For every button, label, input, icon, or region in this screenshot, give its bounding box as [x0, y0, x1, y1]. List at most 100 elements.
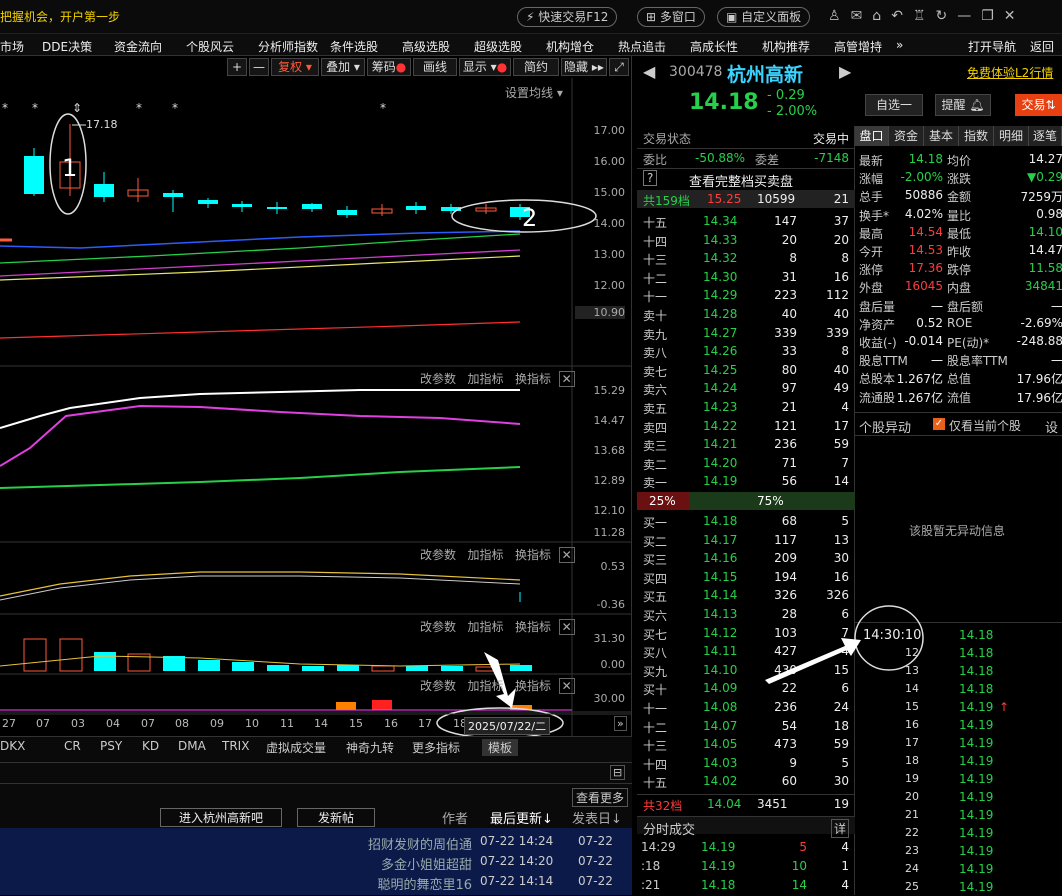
tab-cr[interactable]: CR — [64, 739, 81, 753]
tab-kd[interactable]: KD — [142, 739, 159, 753]
trade-row[interactable]: 14:29 14.19 5 4 — [637, 838, 855, 856]
only-current-label[interactable]: 仅看当前个股 — [949, 417, 1021, 434]
trade-row[interactable]: :21 14.18 14 4 — [637, 876, 855, 894]
sell-level-row[interactable]: 十二 14.30 31 16 — [637, 268, 855, 286]
tab-dma[interactable]: DMA — [178, 739, 206, 753]
trade-button[interactable]: 交易⇅ — [1015, 94, 1062, 116]
forum-row[interactable]: 多金小姐姐超甜 07-22 14:20 07-22 — [0, 854, 632, 873]
menu-item[interactable]: 高成长性 — [690, 38, 738, 55]
alert-button[interactable]: 提醒 🔔︎ — [935, 94, 991, 116]
close-icon[interactable]: ✕ — [558, 678, 575, 694]
menu-item[interactable]: 高管增持 — [834, 38, 882, 55]
quick-trade-button[interactable]: ⚡ 快速交易F12 — [517, 7, 618, 27]
last-update-column[interactable]: 最后更新↓ — [490, 808, 553, 827]
add-indicator-link[interactable]: 加指标 — [467, 620, 503, 634]
sell-level-row[interactable]: 卖三 14.21 236 59 — [637, 435, 855, 453]
switch-indicator-link[interactable]: 换指标 — [515, 679, 551, 693]
sell-level-row[interactable]: 卖二 14.20 71 7 — [637, 454, 855, 472]
add-indicator-link[interactable]: 加指标 — [467, 679, 503, 693]
multi-window-button[interactable]: ⊞ 多窗口 — [637, 7, 705, 27]
menu-item[interactable]: DDE决策 — [42, 38, 92, 55]
menu-item[interactable]: 资金流向 — [114, 38, 162, 55]
next-stock-icon[interactable]: ▶ — [839, 62, 851, 81]
restore-icon[interactable]: ❐ — [981, 8, 1004, 24]
post-date-column[interactable]: 发表日↓ — [572, 808, 622, 827]
abnormal-settings-button[interactable]: 设 — [1045, 417, 1058, 436]
kline-chart-area[interactable]: + — 复权 ▾ 叠加 ▾ 筹码● 画线 显示 ▾● 简约 隐藏 ▸▸ ⤢ 设置… — [0, 56, 632, 736]
sell-level-row[interactable]: 卖五 14.23 21 4 — [637, 398, 855, 416]
menu-item[interactable]: 分析师指数 — [258, 38, 318, 55]
buy-level-row[interactable]: 买一 14.18 68 5 — [637, 512, 855, 530]
tab-basic[interactable]: 基本 — [924, 126, 959, 146]
sell-level-row[interactable]: 卖一 14.19 56 14 — [637, 472, 855, 490]
tab-tick[interactable]: 逐笔 — [1029, 126, 1062, 146]
menu-item[interactable]: 高级选股 — [402, 38, 450, 55]
custom-panel-button[interactable]: ▣ 自定义面板 — [717, 7, 811, 27]
sell-level-row[interactable]: 卖十 14.28 40 40 — [637, 305, 855, 323]
trade-row[interactable]: :18 14.19 10 1 — [637, 857, 855, 875]
buy-level-row[interactable]: 十五 14.02 60 30 — [637, 772, 855, 790]
sell-level-row[interactable]: 卖九 14.27 339 339 — [637, 324, 855, 342]
buy-level-row[interactable]: 十四 14.03 9 5 — [637, 754, 855, 772]
menu-item[interactable]: 超级选股 — [474, 38, 522, 55]
menu-more-icon[interactable]: » — [896, 38, 903, 52]
menu-item[interactable]: 热点追击 — [618, 38, 666, 55]
tab-psy[interactable]: PSY — [100, 739, 122, 753]
new-post-button[interactable]: 发新帖 — [297, 808, 376, 827]
edit-params-link[interactable]: 改参数 — [420, 372, 456, 386]
sell-level-row[interactable]: 十四 14.33 20 20 — [637, 231, 855, 249]
sell-level-row[interactable]: 卖四 14.22 121 17 — [637, 417, 855, 435]
full-book-link[interactable]: ? 查看完整档买卖盘 — [637, 168, 855, 190]
forum-row[interactable]: 招财发财的周伯通 07-22 14:24 07-22 — [0, 834, 632, 853]
buy-level-row[interactable]: 买三 14.16 209 30 — [637, 549, 855, 567]
menu-item-nav[interactable]: 打开导航 — [968, 38, 1016, 55]
tab-pankou[interactable]: 盘口 — [855, 126, 889, 146]
tab-index[interactable]: 指数 — [959, 126, 994, 146]
forum-row[interactable]: 聪明的舞恋里16 07-22 14:14 07-22 — [0, 874, 632, 893]
minimize-panel-icon[interactable]: ⊟ — [610, 765, 626, 780]
menu-item-back[interactable]: 返回 — [1030, 38, 1054, 55]
add-indicator-link[interactable]: 加指标 — [467, 548, 503, 562]
sell-level-row[interactable]: 十一 14.29 223 112 — [637, 286, 855, 304]
menu-item[interactable]: 条件选股 — [330, 38, 378, 55]
l2-trial-link[interactable]: 免费体验L2行情 — [967, 64, 1053, 81]
menu-item[interactable]: 个股风云 — [186, 38, 234, 55]
tab-magic-nine[interactable]: 神奇九转 — [346, 739, 394, 756]
menu-item[interactable]: 市场 — [0, 38, 24, 55]
tab-trix[interactable]: TRIX — [222, 739, 249, 753]
checkbox-icon[interactable]: ✓ — [933, 418, 945, 430]
sell-level-row[interactable]: 十五 14.34 147 37 — [637, 212, 855, 230]
user-icon[interactable]: ♙ — [828, 8, 851, 24]
tab-dkx[interactable]: DKX — [0, 739, 25, 753]
tab-virtual-volume[interactable]: 虚拟成交量 — [266, 739, 326, 756]
refresh-icon[interactable]: ↻ — [935, 8, 957, 24]
buy-level-row[interactable]: 买四 14.15 194 16 — [637, 568, 855, 586]
switch-indicator-link[interactable]: 换指标 — [515, 372, 551, 386]
edit-params-link[interactable]: 改参数 — [420, 620, 456, 634]
edit-params-link[interactable]: 改参数 — [420, 548, 456, 562]
watchlist-button[interactable]: 自选一 — [865, 94, 923, 116]
buy-level-row[interactable]: 买二 14.17 117 13 — [637, 531, 855, 549]
scroll-right-icon[interactable]: » — [614, 716, 627, 731]
minimize-icon[interactable]: — — [957, 8, 981, 24]
close-icon[interactable]: ✕ — [558, 547, 575, 563]
tab-template[interactable]: 模板 — [482, 739, 519, 756]
close-icon[interactable]: ✕ — [558, 371, 575, 387]
buy-level-row[interactable]: 十二 14.07 54 18 — [637, 717, 855, 735]
menu-item[interactable]: 机构推荐 — [762, 38, 810, 55]
sell-level-row[interactable]: 卖八 14.26 33 8 — [637, 342, 855, 360]
sell-level-row[interactable]: 卖七 14.25 80 40 — [637, 361, 855, 379]
switch-indicator-link[interactable]: 换指标 — [515, 548, 551, 562]
buy-level-row[interactable]: 十三 14.05 473 59 — [637, 735, 855, 753]
back-icon[interactable]: ↶ — [891, 8, 913, 24]
tab-more-indicators[interactable]: 更多指标 — [412, 739, 460, 756]
menu-item[interactable]: 机构增仓 — [546, 38, 594, 55]
close-icon[interactable]: ✕ — [1004, 8, 1026, 24]
close-icon[interactable]: ✕ — [558, 619, 575, 635]
sell-level-row[interactable]: 十三 14.32 8 8 — [637, 249, 855, 267]
fenshi-detail-button[interactable]: 详 — [830, 819, 849, 838]
view-more-button[interactable]: 查看更多 — [572, 788, 629, 807]
skin-icon[interactable]: ♖ — [913, 8, 936, 24]
promo-link[interactable]: 把握机会，开户第一步 — [0, 8, 120, 25]
home-icon[interactable]: ⌂ — [872, 8, 891, 24]
